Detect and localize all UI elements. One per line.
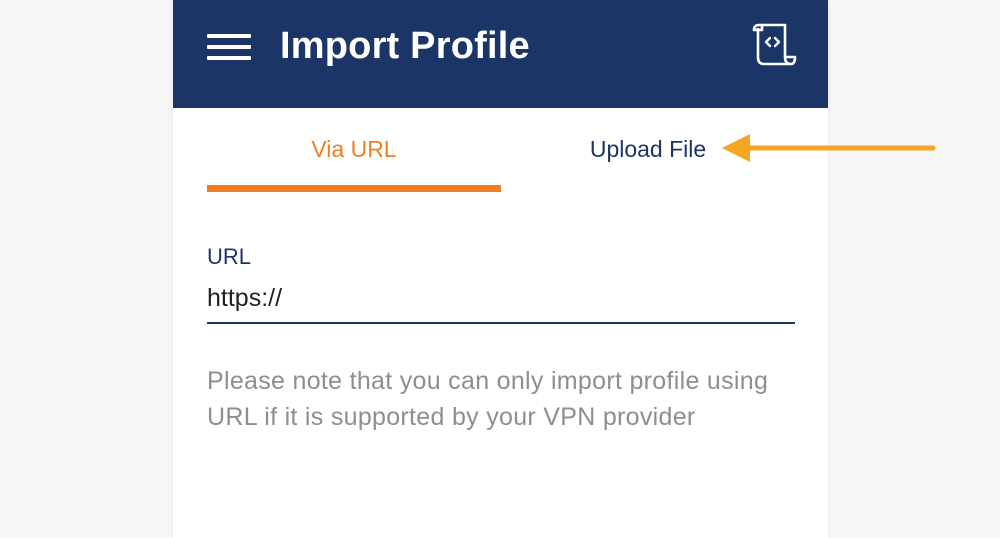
menu-bar-line <box>207 34 251 38</box>
page-title: Import Profile <box>280 25 530 67</box>
tab-via-url-label: Via URL <box>311 136 397 162</box>
hamburger-menu-icon[interactable] <box>207 28 253 64</box>
url-input-underline <box>207 322 795 324</box>
log-scroll-icon-graphic <box>752 23 797 66</box>
app-bar: Import Profile <box>173 0 828 108</box>
url-input[interactable] <box>207 280 795 316</box>
tab-via-url[interactable]: Via URL <box>207 108 501 194</box>
url-import-hint: Please note that you can only import pro… <box>207 367 769 431</box>
log-scroll-icon[interactable] <box>751 22 797 68</box>
menu-bar-line <box>207 56 251 60</box>
arrow-left-icon <box>722 134 936 162</box>
active-tab-indicator <box>207 185 501 192</box>
url-field-label: URL <box>207 244 252 269</box>
import-tabs: Via URL Upload File <box>207 108 795 194</box>
menu-bar-line <box>207 45 251 49</box>
app-screen: Import Profile Via URL Upload File URL P… <box>173 0 828 538</box>
